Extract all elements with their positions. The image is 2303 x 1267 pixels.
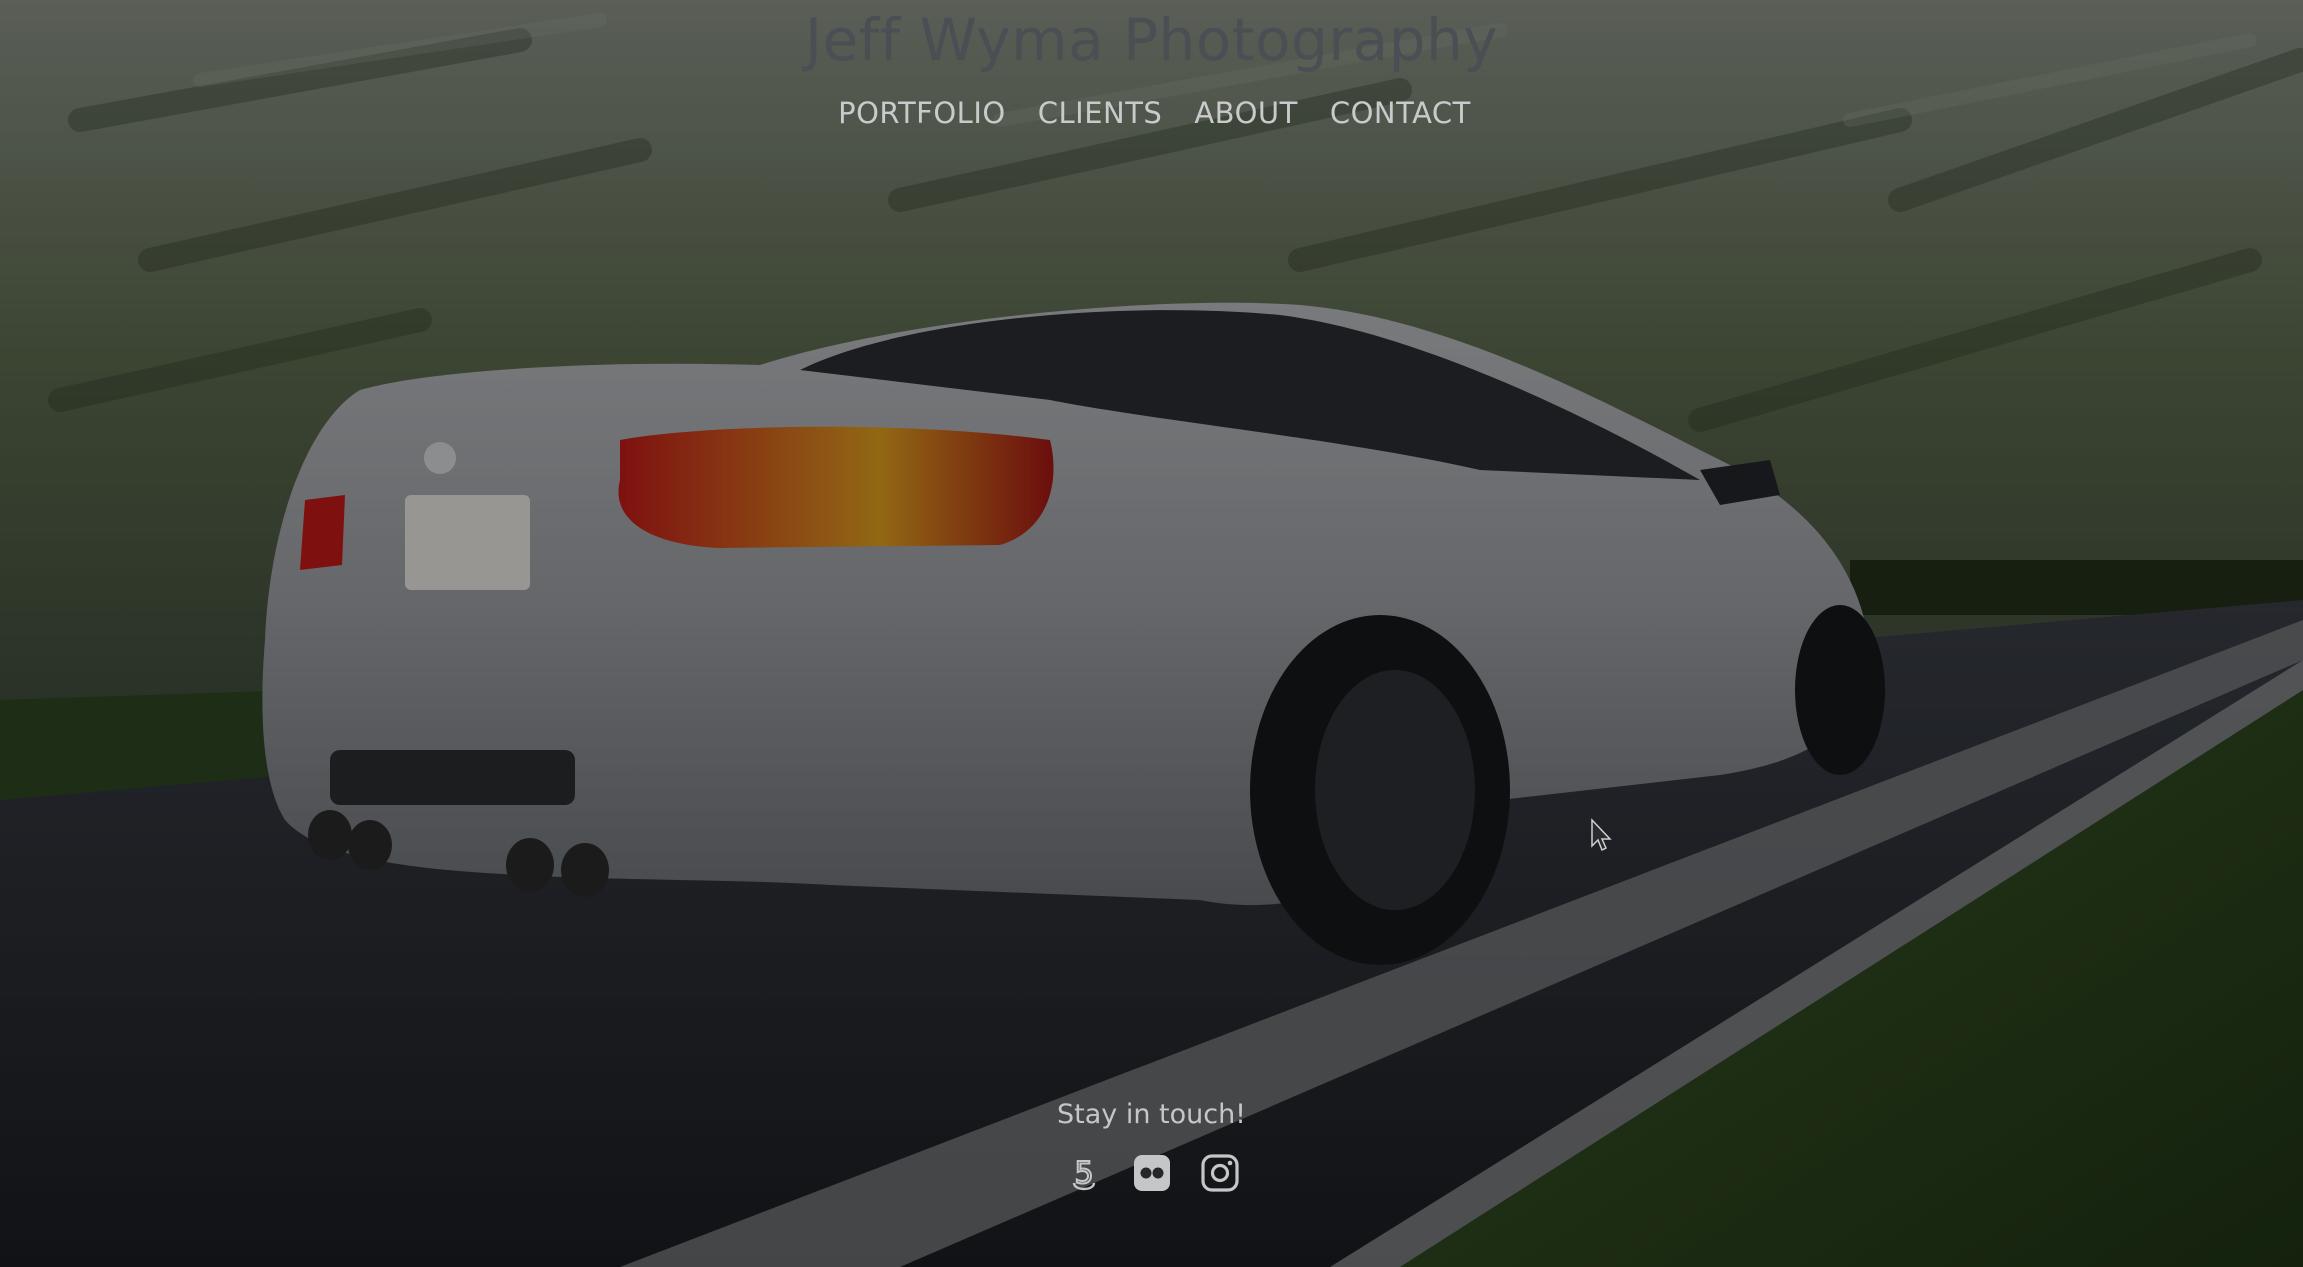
- main-nav: PORTFOLIO CLIENTS ABOUT CONTACT: [0, 96, 2303, 130]
- nav-contact[interactable]: CONTACT: [1330, 96, 1471, 130]
- dim-overlay: [0, 0, 2303, 1267]
- site-header: Jeff Wyma Photography PORTFOLIO CLIENTS …: [0, 0, 2303, 130]
- svg-text:5: 5: [1074, 1156, 1093, 1191]
- flickr-icon[interactable]: [1132, 1153, 1172, 1193]
- nav-portfolio[interactable]: PORTFOLIO: [838, 96, 1006, 130]
- page: Jeff Wyma Photography PORTFOLIO CLIENTS …: [0, 0, 2303, 1267]
- mouse-cursor-icon: [1591, 818, 1612, 852]
- site-footer: Stay in touch! 5: [0, 1095, 2303, 1193]
- 500px-icon[interactable]: 5: [1064, 1153, 1104, 1193]
- nav-about[interactable]: ABOUT: [1194, 96, 1298, 130]
- instagram-icon[interactable]: [1200, 1153, 1240, 1193]
- stay-in-touch-text: Stay in touch!: [1056, 1099, 1247, 1130]
- site-title[interactable]: Jeff Wyma Photography: [0, 0, 2303, 76]
- social-links: 5: [0, 1153, 2303, 1193]
- nav-clients[interactable]: CLIENTS: [1038, 96, 1163, 130]
